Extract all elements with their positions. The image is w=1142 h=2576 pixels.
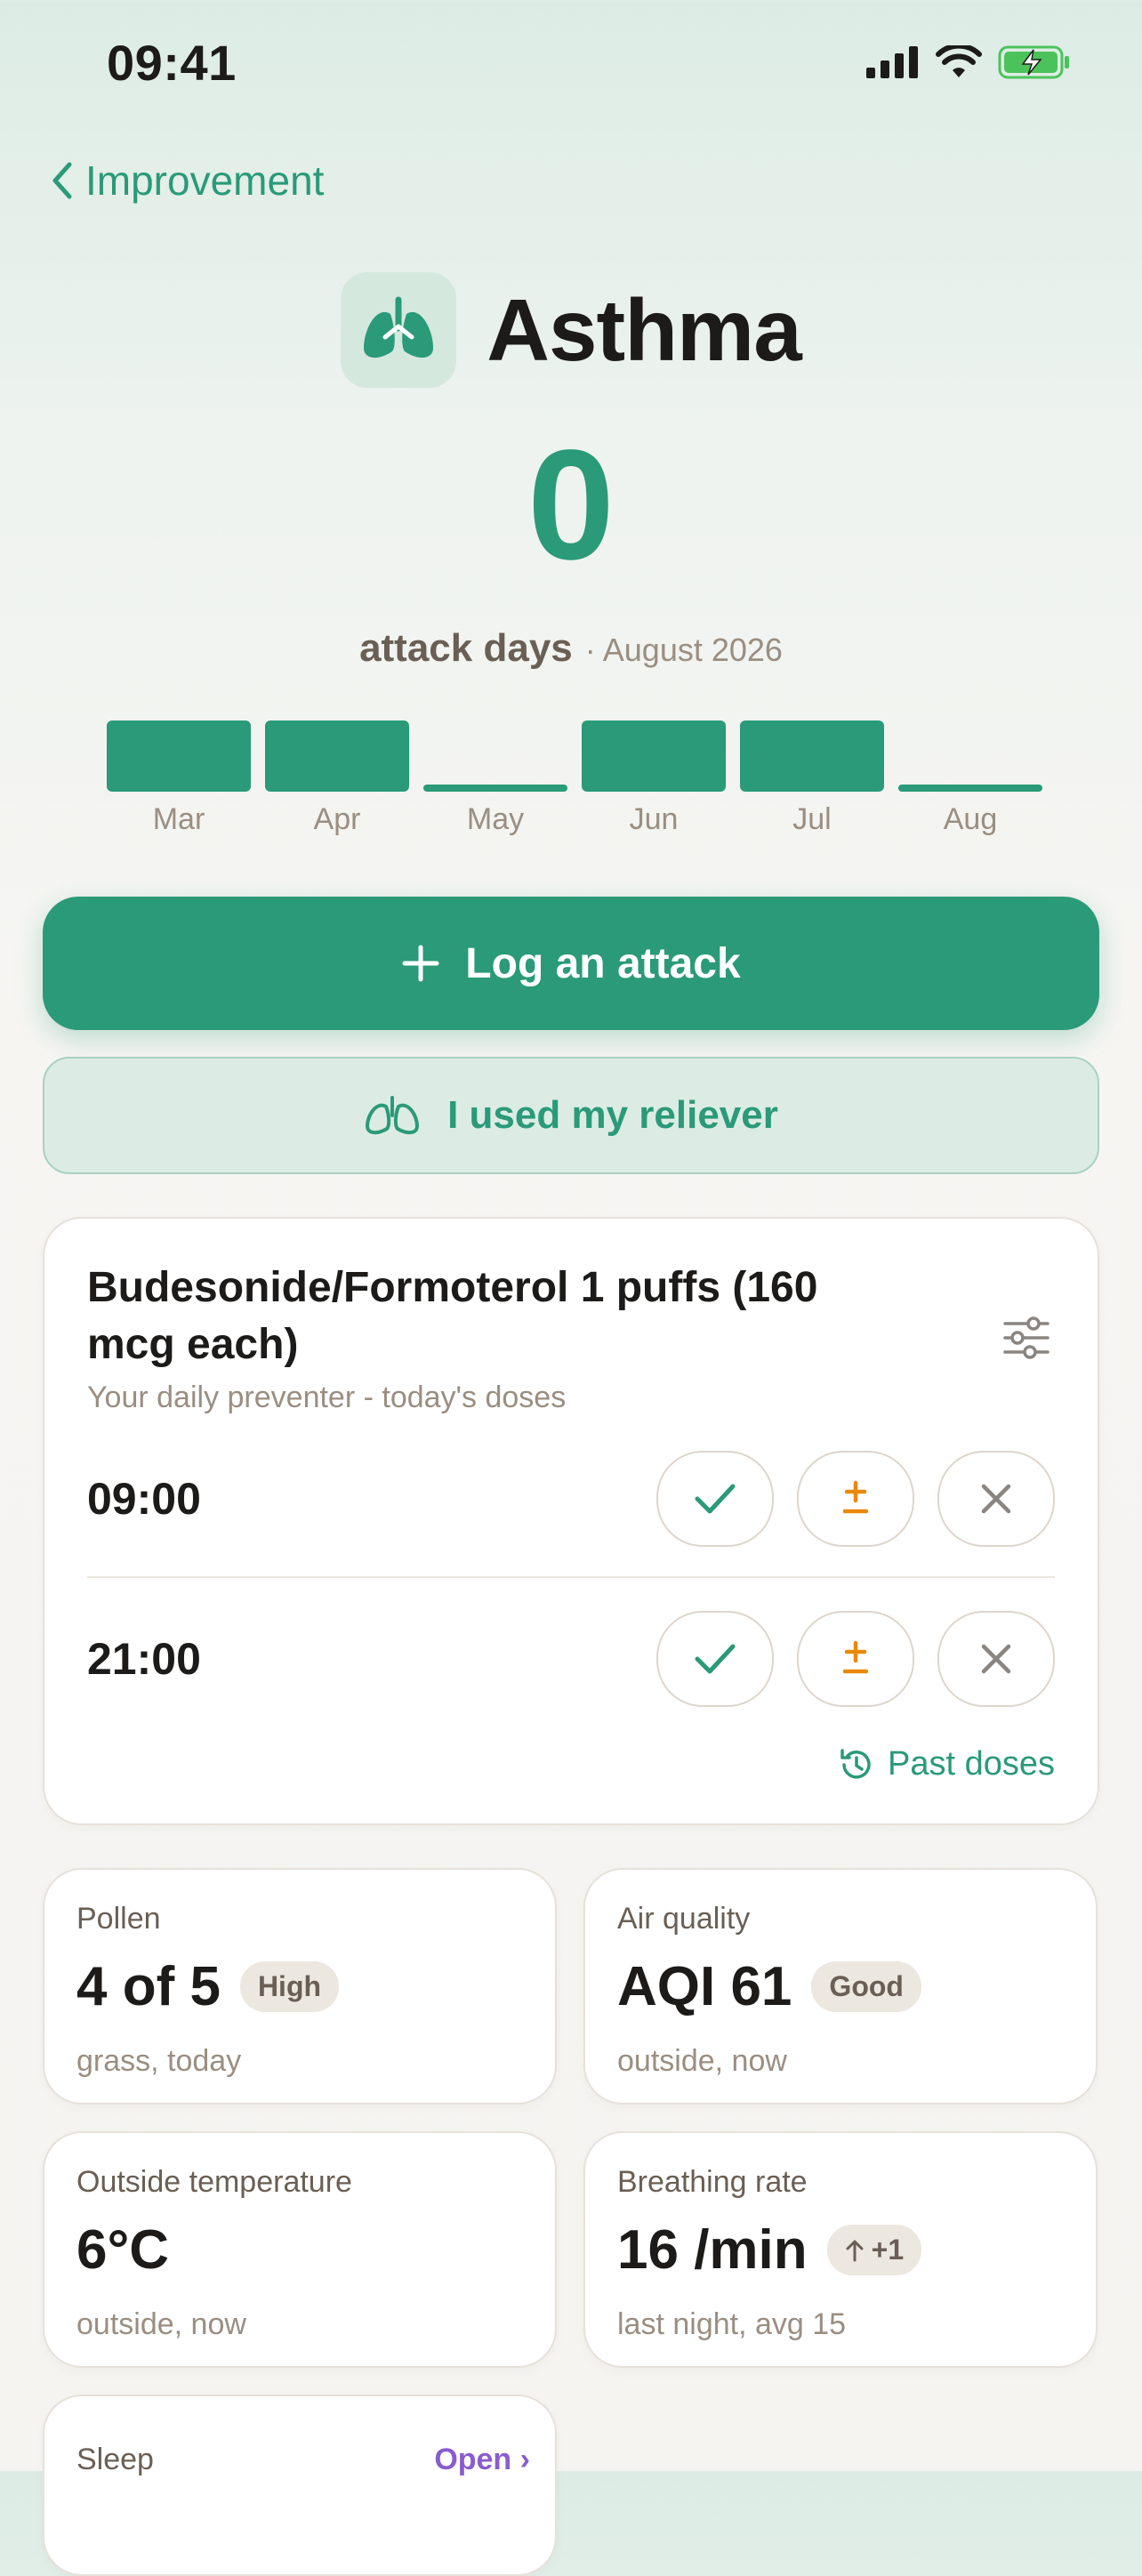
metric-note: outside, now bbox=[76, 2307, 246, 2341]
close-icon bbox=[981, 1644, 1011, 1674]
lungs-icon bbox=[341, 272, 457, 388]
reliever-button[interactable]: I used my reliever bbox=[43, 1057, 1099, 1174]
metric-label: Air quality bbox=[617, 1902, 751, 1936]
dose-time: 21:00 bbox=[87, 1634, 201, 1684]
air-quality-card[interactable]: Air quality AQI 61 Good outside, now bbox=[583, 1868, 1098, 2105]
month-column[interactable]: Mar bbox=[107, 717, 251, 837]
close-icon bbox=[981, 1484, 1011, 1514]
month-column[interactable]: Aug bbox=[898, 717, 1042, 837]
month-column[interactable]: May bbox=[423, 717, 567, 837]
monthly-history: Mar Apr May Jun Jul Aug bbox=[107, 717, 1042, 837]
metric-note: outside, now bbox=[617, 2044, 787, 2078]
month-column[interactable]: Jul bbox=[740, 717, 884, 837]
checkmark-icon bbox=[695, 1484, 736, 1514]
month-column[interactable]: Jun bbox=[582, 717, 726, 837]
temperature-card[interactable]: Outside temperature 6°C outside, now bbox=[43, 2131, 557, 2368]
lungs-outline-icon bbox=[366, 1096, 420, 1135]
count-caption: attack days · August 2026 bbox=[0, 626, 1142, 671]
metric-label: Outside temperature bbox=[76, 2165, 352, 2199]
month-bar bbox=[898, 785, 1042, 792]
trend-badge: +1 bbox=[826, 2225, 922, 2275]
arrow-up-icon bbox=[846, 2240, 864, 2261]
pollen-card[interactable]: Pollen 4 of 5 High grass, today bbox=[43, 1868, 557, 2105]
month-label: Apr bbox=[313, 802, 361, 836]
month-column[interactable]: Apr bbox=[265, 717, 409, 837]
medication-card: Budesonide/Formoterol 1 puffs (160 mcg e… bbox=[43, 1217, 1099, 1825]
sleep-open-label: Open bbox=[434, 2443, 512, 2476]
chevron-left-icon bbox=[52, 162, 72, 199]
plus-minus-icon bbox=[842, 1480, 869, 1514]
past-doses-link[interactable]: Past doses bbox=[838, 1745, 1055, 1783]
page-header: Asthma bbox=[0, 272, 1142, 388]
month-label: Aug bbox=[943, 802, 998, 836]
history-icon bbox=[840, 1748, 871, 1779]
cellular-signal-icon bbox=[866, 46, 918, 78]
month-bar bbox=[265, 720, 409, 792]
sliders-icon[interactable] bbox=[1001, 1316, 1051, 1364]
dose-partial-button[interactable] bbox=[797, 1451, 914, 1547]
sleep-card[interactable]: Sleep Open › bbox=[43, 2395, 557, 2576]
dose-skipped-button[interactable] bbox=[937, 1451, 1055, 1547]
battery-charging-icon bbox=[998, 45, 1069, 79]
metric-note: last night, avg 15 bbox=[617, 2307, 847, 2341]
log-attack-label: Log an attack bbox=[465, 939, 741, 987]
dose-taken-button[interactable] bbox=[656, 1451, 774, 1547]
status-icons bbox=[866, 44, 1071, 80]
month-label: Mar bbox=[152, 802, 205, 836]
medication-subtitle: Your daily preventer - today's doses bbox=[87, 1381, 567, 1414]
month-bar bbox=[582, 720, 726, 792]
sleep-label: Sleep bbox=[76, 2443, 154, 2476]
past-doses-label: Past doses bbox=[888, 1745, 1055, 1783]
metric-label: Pollen bbox=[76, 1902, 161, 1936]
metric-note: grass, today bbox=[76, 2044, 242, 2078]
month-label: May bbox=[466, 802, 525, 836]
checkmark-icon bbox=[695, 1644, 736, 1674]
wifi-icon bbox=[936, 45, 982, 77]
metric-value: AQI 61 bbox=[617, 1956, 792, 2017]
status-badge: Good bbox=[811, 1961, 921, 2012]
trend-value: +1 bbox=[871, 2234, 905, 2266]
dose-divider bbox=[87, 1576, 1055, 1578]
breathing-rate-card[interactable]: Breathing rate 16 /min +1 last night, av… bbox=[583, 2131, 1098, 2368]
medication-title: Budesonide/Formoterol 1 puffs (160 mcg e… bbox=[87, 1264, 818, 1368]
chevron-right-icon: › bbox=[519, 2443, 530, 2476]
month-bar bbox=[423, 785, 567, 792]
status-badge: High bbox=[239, 1961, 340, 2012]
page-title: Asthma bbox=[487, 280, 801, 379]
month-label: Jul bbox=[792, 802, 832, 836]
dose-skipped-button[interactable] bbox=[937, 1611, 1055, 1707]
metric-value: 4 of 5 bbox=[76, 1956, 221, 2017]
plus-minus-icon bbox=[842, 1640, 869, 1674]
dose-taken-button[interactable] bbox=[656, 1611, 774, 1707]
status-time: 09:41 bbox=[107, 35, 237, 91]
dose-partial-button[interactable] bbox=[797, 1611, 914, 1707]
count-label: attack days bbox=[359, 626, 573, 670]
dose-row: 09:00 bbox=[87, 1450, 1055, 1548]
back-button[interactable]: Improvement bbox=[50, 157, 324, 205]
attack-days-count: 0 bbox=[527, 418, 615, 592]
back-label: Improvement bbox=[85, 157, 325, 204]
dose-row: 21:00 bbox=[87, 1610, 1055, 1708]
month-label: Jun bbox=[629, 802, 679, 836]
metric-value: 6°C bbox=[76, 2219, 170, 2281]
plus-icon bbox=[402, 945, 439, 982]
reliever-label: I used my reliever bbox=[447, 1093, 778, 1137]
month-bar bbox=[740, 720, 884, 792]
log-attack-button[interactable]: Log an attack bbox=[43, 897, 1099, 1030]
dose-time: 09:00 bbox=[87, 1474, 201, 1524]
month-bar bbox=[107, 720, 251, 792]
count-period: · August 2026 bbox=[584, 632, 783, 668]
metric-value: 16 /min bbox=[617, 2219, 808, 2281]
metric-label: Breathing rate bbox=[617, 2165, 808, 2199]
sleep-open-link[interactable]: Open › bbox=[434, 2443, 530, 2477]
